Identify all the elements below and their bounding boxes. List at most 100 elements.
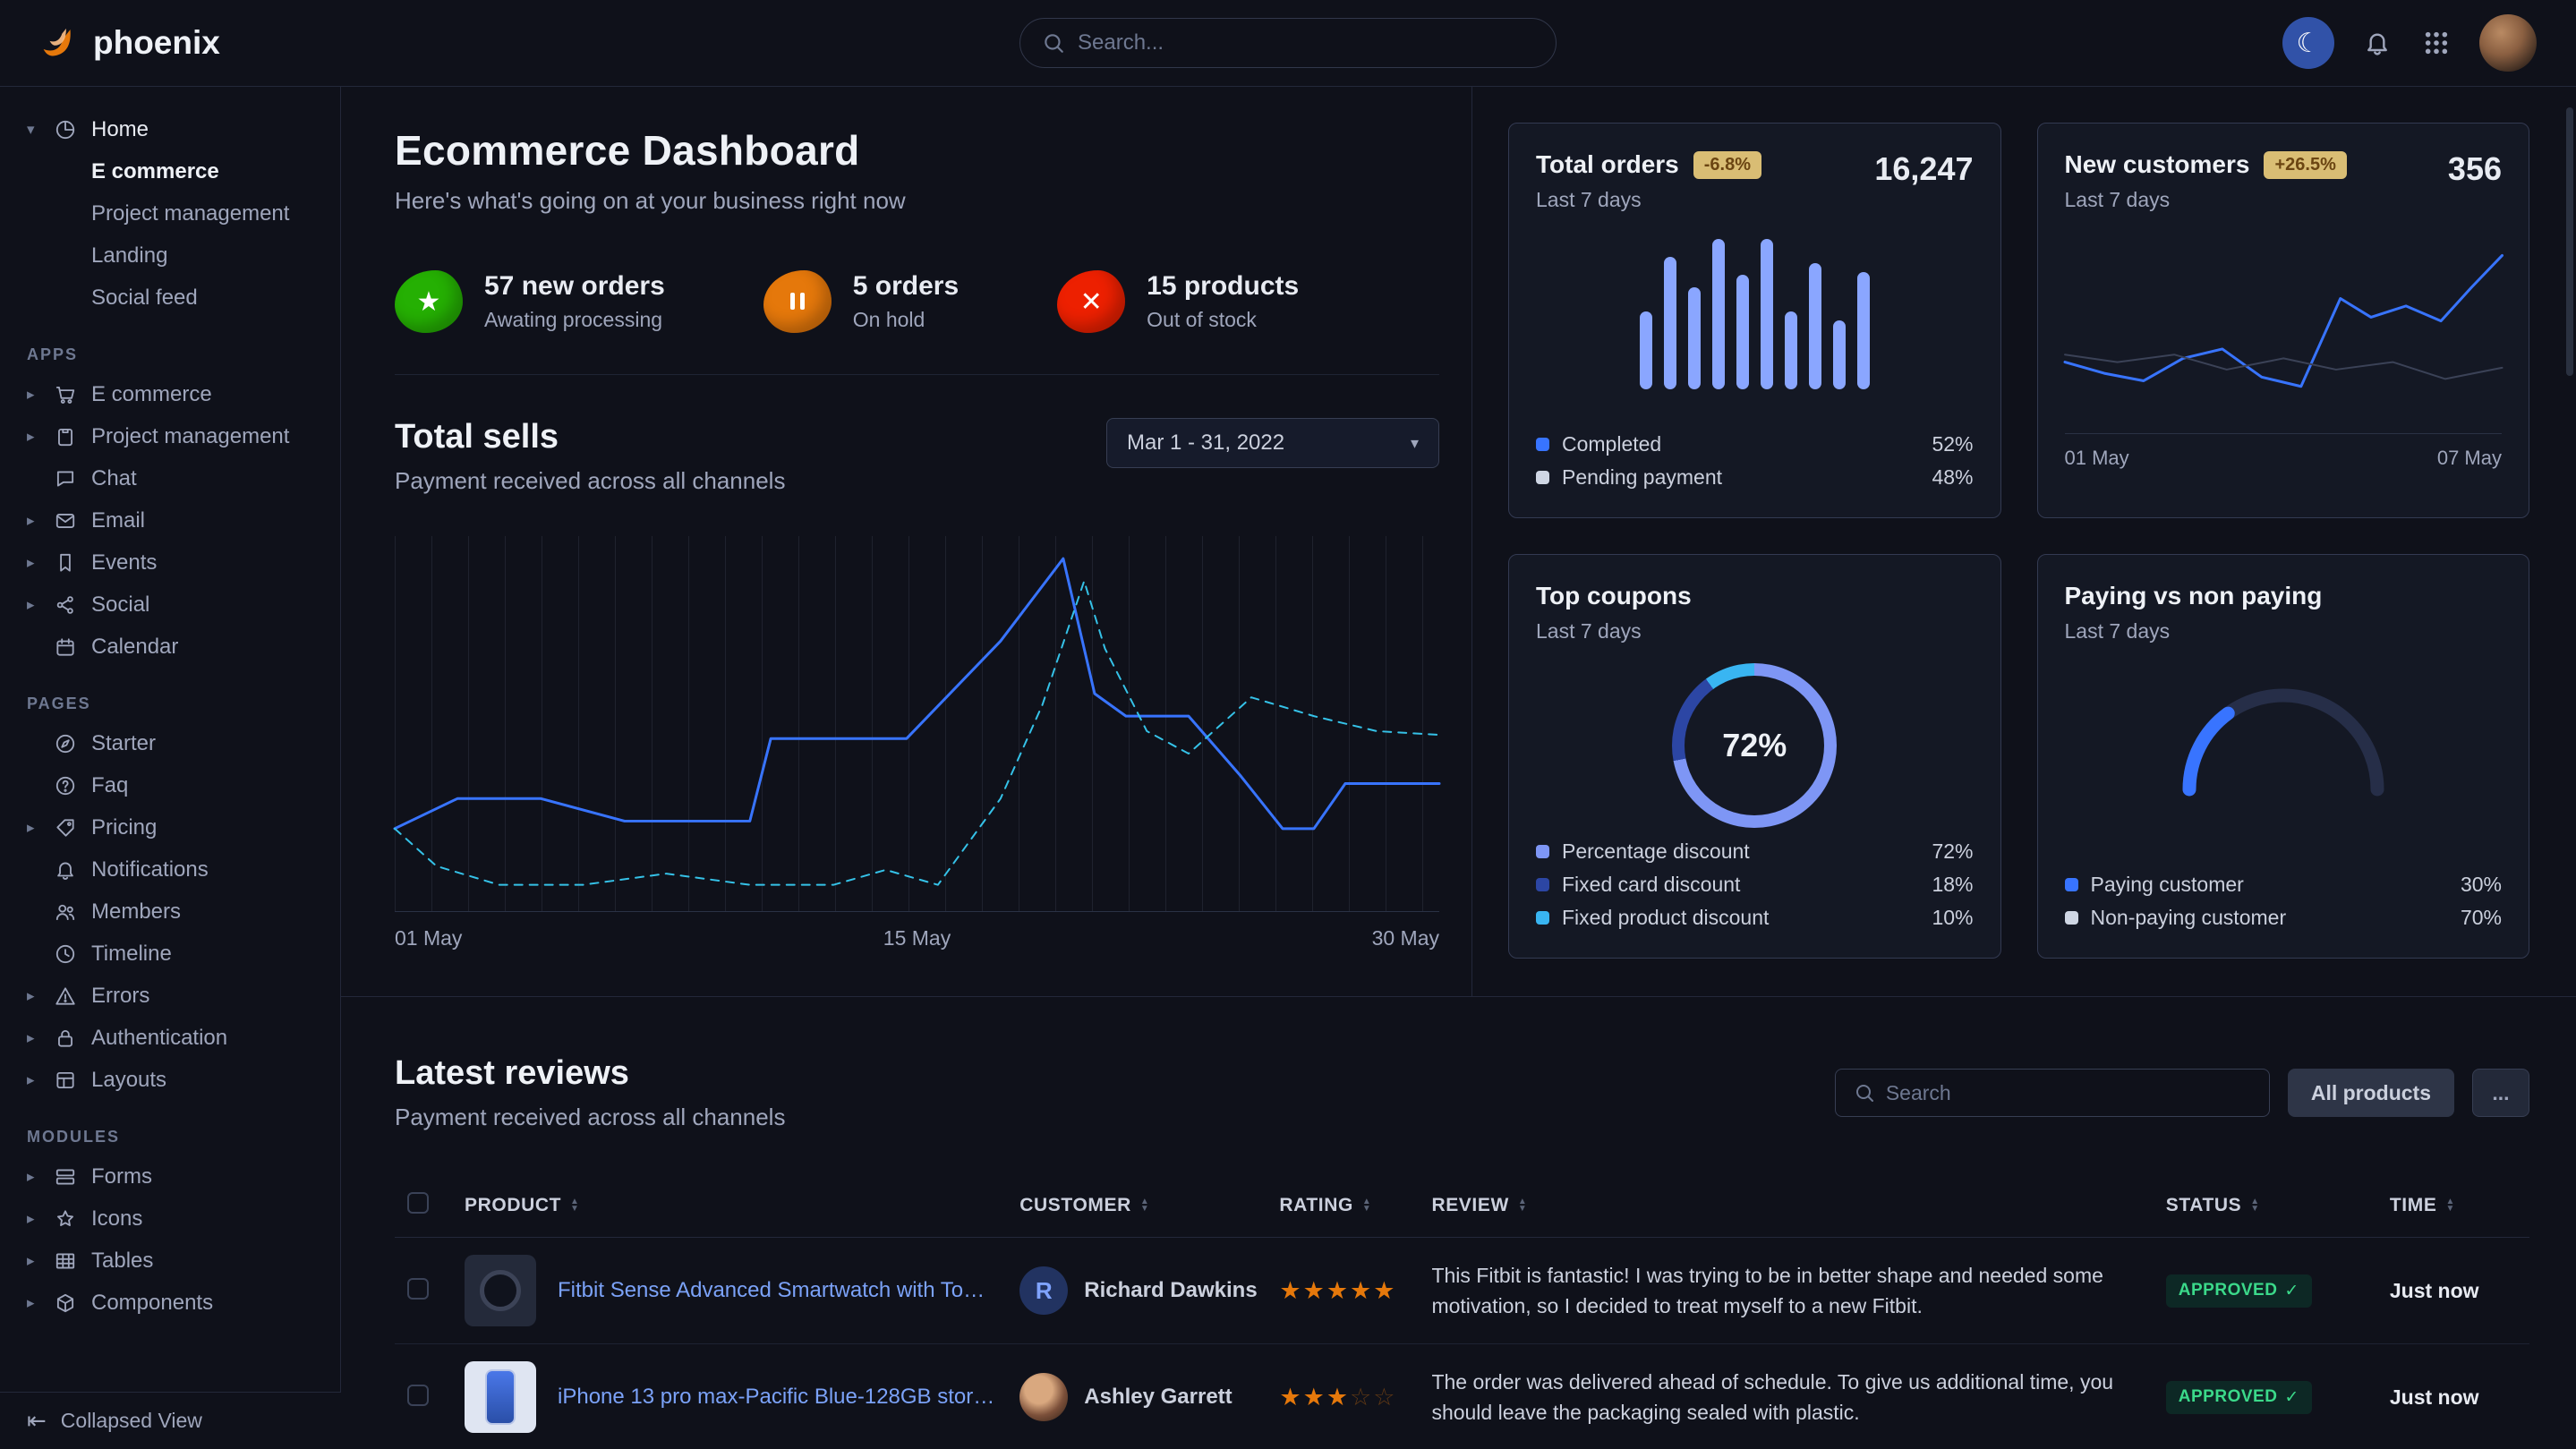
column-label: REVIEW (1431, 1195, 1508, 1215)
stat-caption: On hold (853, 308, 959, 332)
reviews-search[interactable] (1835, 1069, 2270, 1117)
trend-badge: -6.8% (1693, 151, 1761, 179)
sidebar-item-icons[interactable]: ▸Icons (0, 1198, 340, 1240)
card-period: Last 7 days (2065, 619, 2323, 644)
sidebar-item-timeline[interactable]: Timeline (0, 933, 340, 975)
x-label: 15 May (883, 926, 951, 950)
bookmark-icon (54, 551, 77, 575)
legend-label: Completed (1562, 432, 1661, 456)
column-header-time[interactable]: TIME▲▼ (2377, 1174, 2529, 1238)
order-bar (1688, 287, 1701, 389)
sidebar-item-project-management[interactable]: ▸Project management (0, 415, 340, 457)
sidebar-item-home[interactable]: ▾Home (0, 108, 340, 150)
collapsed-view-button[interactable]: ⇤ Collapsed View (0, 1392, 341, 1449)
stats-row: ★57 new ordersAwating processing5 orders… (395, 270, 1439, 375)
notifications-button[interactable] (2361, 27, 2393, 59)
column-header-review[interactable]: REVIEW▲▼ (1419, 1174, 2153, 1238)
sidebar-item-pricing[interactable]: ▸Pricing (0, 806, 340, 848)
x-label: 30 May (1372, 926, 1439, 950)
stat-value: 57 new orders (484, 271, 665, 302)
brand[interactable]: phoenix (39, 22, 220, 64)
stat-value: 5 orders (853, 271, 959, 302)
total-sells-header: Total sells Payment received across all … (395, 418, 1439, 495)
sidebar-item-errors[interactable]: ▸Errors (0, 975, 340, 1017)
sidebar-item-label: Project management (91, 424, 289, 449)
sidebar-item-components[interactable]: ▸Components (0, 1282, 340, 1324)
scrollbar-thumb[interactable] (2566, 107, 2573, 376)
legend-pending-payment: Pending payment48% (1536, 461, 1974, 494)
share-icon (54, 593, 77, 617)
sidebar-item-starter[interactable]: Starter (0, 722, 340, 764)
total-sells-x-labels: 01 May 15 May 30 May (395, 926, 1439, 950)
date-range-select[interactable]: Mar 1 - 31, 2022 ▾ (1106, 418, 1439, 468)
column-header-status[interactable]: STATUS▲▼ (2154, 1174, 2377, 1238)
product-link[interactable]: iPhone 13 pro max-Pacific Blue-128GB sto… (558, 1385, 994, 1410)
coupons-donut-chart: 72% (1672, 663, 1837, 828)
star-icon: ★ (1373, 1277, 1396, 1304)
row-checkbox[interactable] (407, 1385, 429, 1406)
navbar-search[interactable] (1019, 18, 1557, 68)
sidebar-item-social-feed[interactable]: Social feed (0, 277, 340, 319)
status-label: APPROVED (2179, 1281, 2278, 1300)
sidebar-item-chat[interactable]: Chat (0, 457, 340, 499)
sidebar-item-tables[interactable]: ▸Tables (0, 1240, 340, 1282)
sidebar-item-label: Starter (91, 731, 156, 756)
user-avatar[interactable] (2479, 14, 2537, 72)
navbar-search-input[interactable] (1078, 30, 1534, 55)
row-checkbox[interactable] (407, 1278, 429, 1300)
column-header-rating[interactable]: RATING▲▼ (1267, 1174, 1419, 1238)
product-thumbnail (465, 1255, 536, 1326)
donut-center-value: 72% (1685, 676, 1824, 815)
product-link[interactable]: Fitbit Sense Advanced Smartwatch with To… (558, 1278, 994, 1303)
check-icon: ✓ (2284, 1281, 2299, 1301)
sidebar-item-calendar[interactable]: Calendar (0, 626, 340, 668)
caret-right-icon: ▸ (27, 512, 52, 530)
column-label: RATING (1279, 1195, 1353, 1215)
sidebar-item-label: Email (91, 508, 145, 533)
column-header-product[interactable]: PRODUCT▲▼ (452, 1174, 1007, 1238)
bell-icon (2363, 29, 2392, 57)
sidebar-item-social[interactable]: ▸Social (0, 584, 340, 626)
sidebar-item-label: Events (91, 550, 157, 575)
sidebar-item-events[interactable]: ▸ Events (0, 541, 340, 584)
column-header-customer[interactable]: CUSTOMER▲▼ (1007, 1174, 1267, 1238)
sidebar-item-faq[interactable]: Faq (0, 764, 340, 806)
sidebar-item-e-commerce[interactable]: ▸E commerce (0, 373, 340, 415)
reviews-search-input[interactable] (1886, 1081, 2251, 1105)
legend-label: Non-paying customer (2091, 906, 2287, 930)
customer-avatar (1019, 1373, 1068, 1421)
main-content: Ecommerce Dashboard Here's what's going … (341, 87, 2576, 1449)
legend-label: Paying customer (2091, 873, 2244, 897)
apps-grid-button[interactable] (2420, 27, 2452, 59)
sidebar-item-authentication[interactable]: ▸Authentication (0, 1017, 340, 1059)
sidebar-item-layouts[interactable]: ▸Layouts (0, 1059, 340, 1101)
more-options-button[interactable]: ... (2472, 1069, 2529, 1117)
product-thumbnail (465, 1361, 536, 1433)
legend-swatch (2065, 878, 2078, 891)
search-icon (1854, 1082, 1875, 1104)
sidebar-item-forms[interactable]: ▸Forms (0, 1155, 340, 1198)
sidebar-item-e-commerce[interactable]: E commerce (0, 150, 340, 192)
legend-swatch (1536, 911, 1549, 925)
sidebar-item-members[interactable]: Members (0, 891, 340, 933)
review-row: iPhone 13 pro max-Pacific Blue-128GB sto… (395, 1344, 2529, 1449)
brand-name: phoenix (93, 24, 220, 62)
gauge-value-arc (2189, 695, 2377, 789)
sidebar-item-project-management[interactable]: Project management (0, 192, 340, 234)
moon-icon: ☾ (2297, 28, 2321, 59)
all-products-button[interactable]: All products (2288, 1069, 2454, 1117)
sidebar-item-label: Members (91, 899, 181, 925)
legend-label: Percentage discount (1562, 840, 1750, 864)
sidebar-item-email[interactable]: ▸ Email (0, 499, 340, 541)
theme-toggle-button[interactable]: ☾ (2282, 17, 2334, 69)
alert-icon (54, 984, 77, 1008)
total-sells-chart-svg (395, 536, 1439, 911)
caret-right-icon: ▸ (27, 554, 52, 572)
orders-legend: Completed52%Pending payment48% (1536, 428, 1974, 494)
page-title: Ecommerce Dashboard (395, 126, 1439, 175)
sidebar-item-landing[interactable]: Landing (0, 234, 340, 277)
select-all-checkbox[interactable] (407, 1192, 429, 1214)
sidebar-item-notifications[interactable]: Notifications (0, 848, 340, 891)
sort-icon: ▲▼ (2250, 1198, 2260, 1213)
top-navbar: phoenix ☾ (0, 0, 2576, 87)
